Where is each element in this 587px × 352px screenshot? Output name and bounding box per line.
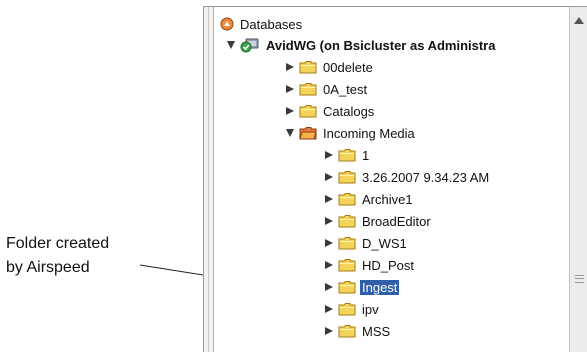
tree-root-databases[interactable]: Databases [220,13,304,35]
collapsed-toggle-icon[interactable] [286,85,294,93]
collapsed-toggle-icon[interactable] [325,151,333,159]
tree-folder-label: 3.26.2007 9.34.23 AM [362,169,490,185]
database-tree[interactable]: Databases AvidWG (on Bsicluster as Admin… [213,7,570,352]
tree-folder-incoming-media[interactable]: Incoming Media [286,122,417,144]
scroll-thumb-grip-icon[interactable] [575,275,584,283]
folder-icon [299,105,317,118]
open-folder-icon [299,127,317,140]
tree-folder-label: Catalogs [323,103,375,119]
folder-icon [338,215,356,228]
tree-folder-label: Incoming Media [323,125,415,141]
folder-icon [338,325,356,338]
database-tree-panel: Databases AvidWG (on Bsicluster as Admin… [203,6,587,352]
folder-icon [299,61,317,74]
folder-icon [338,171,356,184]
tree-folder-label: MSS [362,323,391,339]
tree-folder-label: D_WS1 [362,235,407,251]
expanded-toggle-icon[interactable] [286,129,294,137]
tree-folder-label-selected: Ingest [360,279,400,295]
tree-root-label: Databases [240,16,303,32]
folder-icon [338,259,356,272]
folder-icon [338,281,356,294]
panel-divider [208,7,209,352]
tree-folder-00delete[interactable]: 00delete [286,56,375,78]
tree-folder-3-26-2007[interactable]: 3.26.2007 9.34.23 AM [325,166,491,188]
tree-folder-catalogs[interactable]: Catalogs [286,100,376,122]
vertical-scrollbar[interactable] [569,7,587,352]
tree-folder-label: 1 [362,147,370,163]
collapsed-toggle-icon[interactable] [286,107,294,115]
folder-icon [338,237,356,250]
tree-folder-label: 00delete [323,59,373,75]
tree-folder-d-ws1[interactable]: D_WS1 [325,232,409,254]
tree-folder-hd-post[interactable]: HD_Post [325,254,416,276]
collapsed-toggle-icon[interactable] [325,327,333,335]
folder-icon [338,149,356,162]
tree-folder-ingest[interactable]: Ingest [325,276,400,298]
collapsed-toggle-icon[interactable] [325,283,333,291]
tree-folder-1[interactable]: 1 [325,144,371,166]
tree-folder-0a-test[interactable]: 0A_test [286,78,369,100]
collapsed-toggle-icon[interactable] [286,63,294,71]
tree-folder-label: ipv [362,301,379,317]
tree-folder-label: Archive1 [362,191,413,207]
expanded-toggle-icon[interactable] [227,41,235,49]
collapsed-toggle-icon[interactable] [325,217,333,225]
tree-folder-mss[interactable]: MSS [325,320,392,342]
folder-icon [338,303,356,316]
tree-folder-ipv[interactable]: ipv [325,298,381,320]
tree-folder-label: BroadEditor [362,213,431,229]
tree-folder-broadeditor[interactable]: BroadEditor [325,210,433,232]
tree-node-workgroup[interactable]: AvidWG (on Bsicluster as Administra [227,34,497,56]
collapsed-toggle-icon[interactable] [325,173,333,181]
scroll-up-arrow-icon[interactable] [574,17,584,24]
folder-icon [338,193,356,206]
tree-folder-label: 0A_test [323,81,368,97]
collapsed-toggle-icon[interactable] [325,261,333,269]
database-icon [220,17,234,31]
collapsed-toggle-icon[interactable] [325,195,333,203]
workgroup-check-icon [240,38,259,53]
folder-icon [299,83,317,96]
tree-node-label: AvidWG (on Bsicluster as Administra [266,37,496,53]
collapsed-toggle-icon[interactable] [325,239,333,247]
collapsed-toggle-icon[interactable] [325,305,333,313]
tree-folder-label: HD_Post [362,257,415,273]
tree-folder-archive1[interactable]: Archive1 [325,188,415,210]
